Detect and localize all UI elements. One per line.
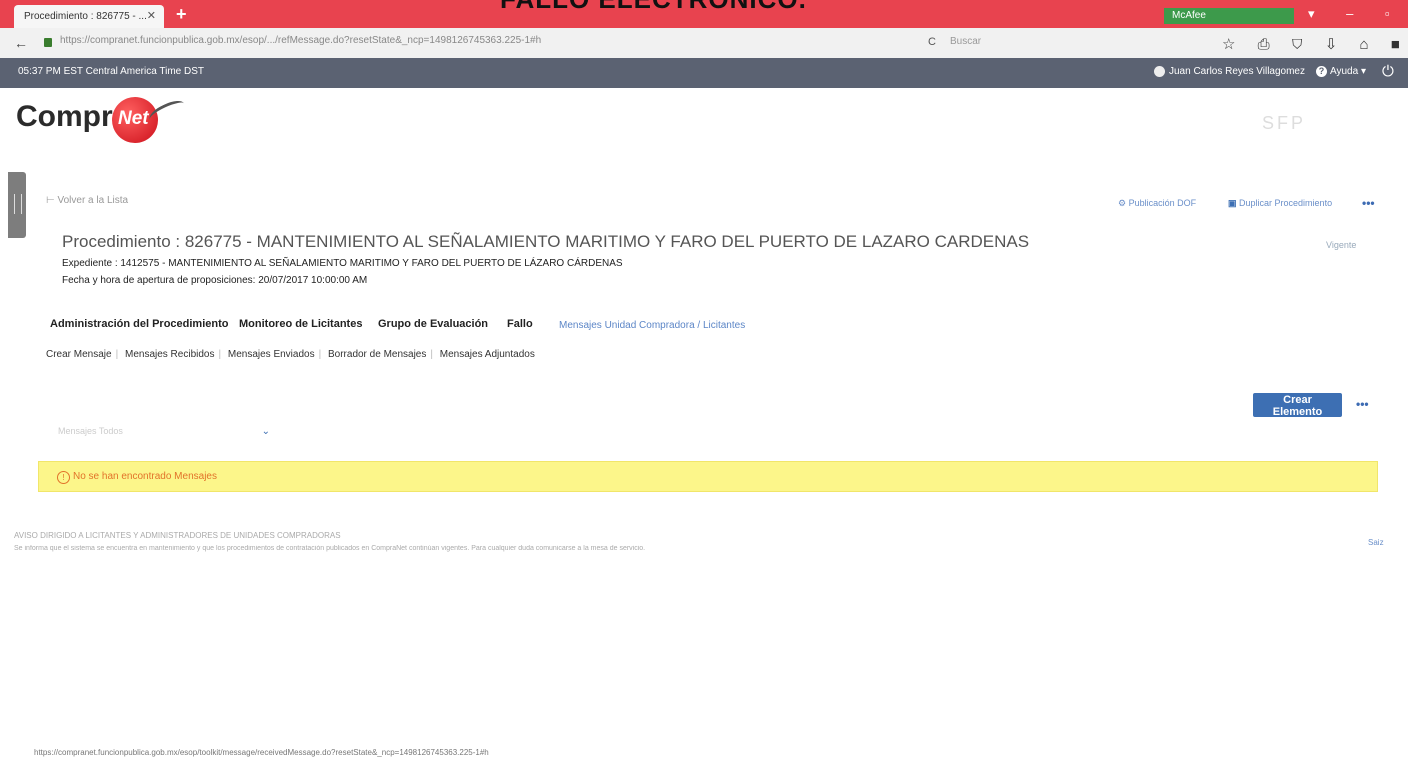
clock-text: 05:37 PM EST Central America Time DST [18, 66, 204, 77]
message-filter-select[interactable]: Mensajes Todos ⌄ [58, 426, 274, 440]
sfp-logo: SFP [1262, 113, 1307, 133]
duplicate-procedure-link[interactable]: ▣ Duplicar Procedimiento [1228, 198, 1332, 209]
opening-date-text: Fecha y hora de apertura de proposicione… [62, 275, 368, 286]
page-title: Procedimiento : 826775 - MANTENIMIENTO A… [62, 232, 1030, 251]
side-panel-handle[interactable] [8, 172, 26, 238]
alert-text: No se han encontrado Mensajes [73, 471, 217, 482]
subtab-adjuntados[interactable]: Mensajes Adjuntados [440, 349, 535, 360]
footer-link[interactable]: Saiz [1368, 538, 1384, 547]
warning-icon: ! [57, 471, 70, 484]
more-actions-button[interactable]: ••• [1362, 196, 1375, 210]
browser-tab[interactable]: Procedimiento : 826775 - ... ✕ [14, 5, 164, 28]
status-bar-url: https://compranet.funcionpublica.gob.mx/… [34, 748, 489, 757]
duplicate-label: Duplicar Procedimiento [1239, 198, 1333, 208]
subtab-crear[interactable]: Crear Mensaje [46, 349, 112, 360]
tab-mensajes[interactable]: Mensajes Unidad Compradora / Licitantes [559, 320, 745, 331]
tab-monitoreo[interactable]: Monitoreo de Licitantes [239, 318, 362, 330]
subtab-borrador[interactable]: Borrador de Mensajes [328, 349, 426, 360]
new-tab-button[interactable]: + [176, 4, 187, 25]
footer-notice-body: Se informa que el sistema se encuentra e… [14, 545, 646, 552]
publish-dof-label: Publicación DOF [1128, 198, 1197, 208]
logo-ball-text: Net [118, 108, 149, 129]
subtab-recibidos[interactable]: Mensajes Recibidos [125, 349, 215, 360]
tab-administracion[interactable]: Administración del Procedimiento [50, 318, 228, 330]
banner-title: FALLO ELECTRÓNICO. [500, 0, 807, 15]
create-element-button[interactable]: Crear Elemento [1253, 393, 1342, 418]
create-more-button[interactable]: ••• [1356, 397, 1369, 411]
user-menu[interactable]: Juan Carlos Reyes Villagomez [1154, 66, 1305, 77]
filter-value: Mensajes Todos [58, 426, 123, 436]
back-arrow-icon[interactable]: ← [14, 35, 28, 51]
search-input[interactable]: Buscar [950, 36, 981, 47]
help-menu[interactable]: ? Ayuda ▾ [1316, 66, 1366, 77]
publish-dof-link[interactable]: ⚙ Publicación DOF [1118, 198, 1196, 209]
reload-icon[interactable]: C [928, 36, 936, 48]
footer-notice-title: AVISO DIRIGIDO A LICITANTES Y ADMINISTRA… [14, 531, 341, 540]
tab-grupo-evaluacion[interactable]: Grupo de Evaluación [378, 318, 488, 330]
tab-close-icon[interactable]: ✕ [147, 5, 156, 28]
browser-toolbar-icons[interactable]: ☆ ⎙ ⛉ ⇩ ⌂ ■ ≡ [1222, 35, 1408, 53]
logo-swoosh-icon [146, 96, 188, 127]
window-controls[interactable]: ▾ – ▫ ✕ [1308, 6, 1408, 22]
user-name: Juan Carlos Reyes Villagomez [1169, 66, 1305, 78]
tab-title: Procedimiento : 826775 - ... [24, 11, 147, 22]
help-icon: ? [1316, 66, 1327, 77]
url-field[interactable]: https://compranet.funcionpublica.gob.mx/… [60, 35, 541, 46]
message-subtabs: Crear Mensaje | Mensajes Recibidos | Mensa… [46, 349, 535, 360]
user-avatar-icon [1154, 66, 1165, 77]
expediente-text: Expediente : 1412575 - MANTENIMIENTO AL … [62, 258, 623, 269]
no-messages-alert: ! No se han encontrado Mensajes [38, 461, 1378, 492]
lock-icon [44, 38, 52, 47]
back-to-list-link[interactable]: ⊢ Volver a la Lista [46, 195, 128, 206]
mcafee-badge[interactable]: McAfee [1164, 8, 1294, 24]
help-label: Ayuda ▾ [1330, 66, 1366, 78]
tab-fallo[interactable]: Fallo [507, 318, 533, 330]
chevron-down-icon: ⌄ [261, 426, 270, 437]
subtab-enviados[interactable]: Mensajes Enviados [228, 349, 315, 360]
power-icon[interactable]: ⏻ [1382, 63, 1394, 80]
status-badge: Vigente [1326, 240, 1357, 250]
